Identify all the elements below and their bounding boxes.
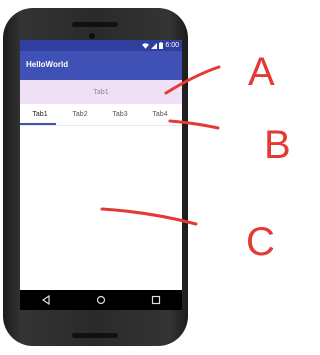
status-bar: 6:00 [20, 40, 182, 51]
battery-icon [159, 42, 164, 49]
recents-icon[interactable] [150, 294, 162, 306]
back-icon[interactable] [40, 294, 52, 306]
tab-3[interactable]: Tab3 [100, 104, 140, 125]
tab-2[interactable]: Tab2 [60, 104, 100, 125]
navigation-bar [20, 290, 182, 310]
app-bar: HelloWorld [20, 51, 182, 80]
front-camera [89, 33, 95, 39]
annotation-label-c: C [246, 220, 275, 264]
home-icon[interactable] [95, 294, 107, 306]
banner-text: Tab1 [93, 88, 109, 96]
status-icons: 6:00 [142, 41, 179, 50]
tab-1[interactable]: Tab1 [20, 104, 60, 125]
signal-icon [151, 42, 158, 49]
device-screen: 6:00 HelloWorld Tab1 Tab1 Tab2 Tab3 Tab4 [20, 40, 182, 310]
app-title: HelloWorld [26, 60, 69, 69]
tab-4[interactable]: Tab4 [140, 104, 180, 125]
status-time: 6:00 [165, 42, 179, 49]
header-banner: Tab1 [20, 80, 182, 104]
annotation-label-b: B [264, 123, 291, 167]
bottom-speaker [72, 333, 118, 338]
annotation-label-a: A [248, 50, 275, 94]
content-area [20, 126, 182, 290]
tab-bar: Tab1 Tab2 Tab3 Tab4 [20, 104, 182, 126]
wifi-icon [142, 42, 150, 49]
top-speaker [72, 22, 118, 27]
tab-indicator [20, 123, 56, 125]
